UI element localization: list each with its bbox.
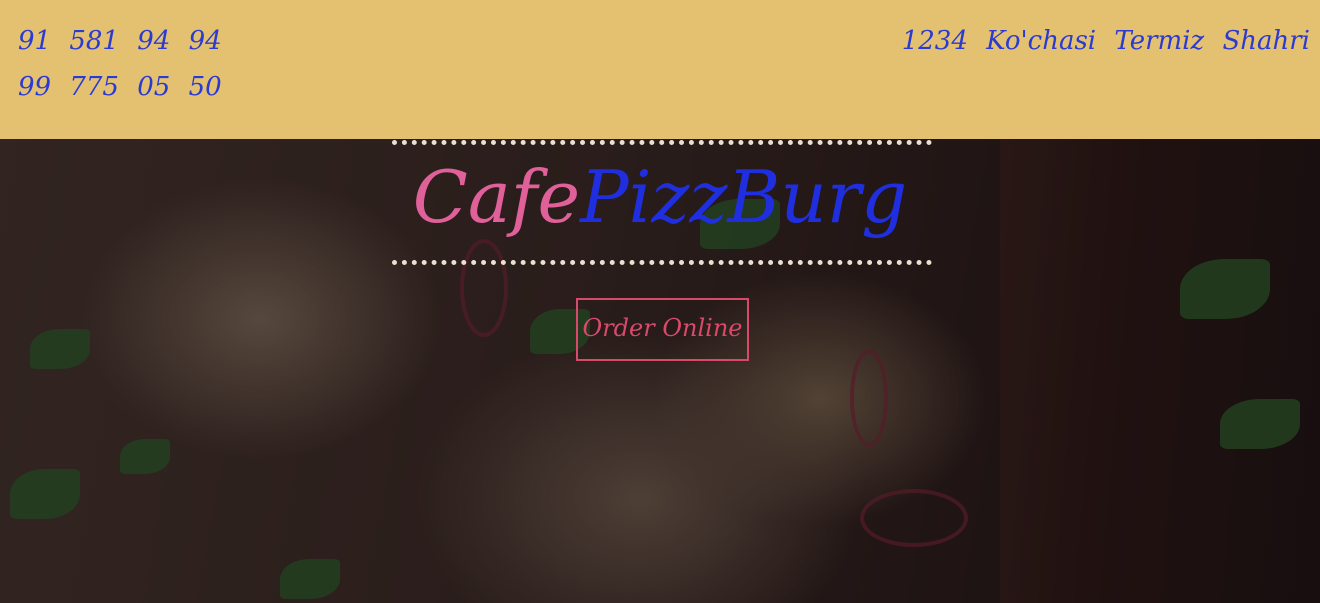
phone-number[interactable]: 99 775 05 50 [18,64,222,110]
address-text: 1234 Ko'chasi Termiz Shahri [901,26,1310,56]
dotted-divider-top [392,140,932,145]
phone-numbers: 91 581 94 94 99 775 05 50 [18,18,222,110]
top-contact-bar: 91 581 94 94 99 775 05 50 1234 Ko'chasi … [0,0,1320,139]
brand-cafe: Cafe [412,155,581,239]
dotted-divider-bottom [392,260,932,265]
hero-section: CafePizzBurg Order Online [0,139,1320,603]
brand-title: CafePizzBurg [0,147,1320,247]
brand-pizzburg: PizzBurg [580,155,908,239]
order-online-button[interactable]: Order Online [576,298,749,361]
phone-number[interactable]: 91 581 94 94 [18,18,222,64]
